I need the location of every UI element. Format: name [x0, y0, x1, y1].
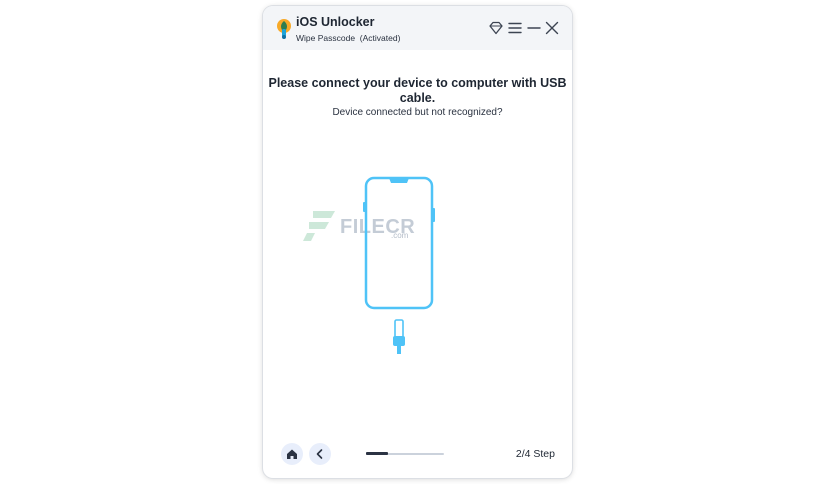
- connect-instruction-heading: Please connect your device to computer w…: [268, 76, 567, 105]
- app-window: iOS Unlocker Wipe Passcode (Activated) P…: [263, 6, 572, 478]
- device-not-recognized-link[interactable]: Device connected but not recognized?: [263, 107, 572, 118]
- app-subtitle: Wipe Passcode (Activated): [296, 33, 401, 43]
- phone-usb-illustration-icon: [358, 174, 448, 369]
- home-button[interactable]: [281, 443, 303, 465]
- app-logo-icon: [275, 18, 293, 40]
- app-title: iOS Unlocker: [296, 15, 375, 29]
- chevron-left-icon: [309, 443, 331, 465]
- home-icon: [281, 443, 303, 465]
- step-indicator: 2/4 Step: [515, 448, 555, 460]
- step-progress-bar: [366, 452, 444, 455]
- step-progress-fill: [366, 452, 388, 455]
- menu-icon[interactable]: [507, 20, 523, 36]
- close-icon[interactable]: [544, 20, 560, 36]
- minimize-icon[interactable]: [526, 20, 542, 36]
- back-button[interactable]: [309, 443, 331, 465]
- title-bar: iOS Unlocker Wipe Passcode (Activated): [263, 6, 572, 50]
- watermark-logo-icon: [303, 209, 337, 248]
- diamond-icon[interactable]: [488, 20, 504, 36]
